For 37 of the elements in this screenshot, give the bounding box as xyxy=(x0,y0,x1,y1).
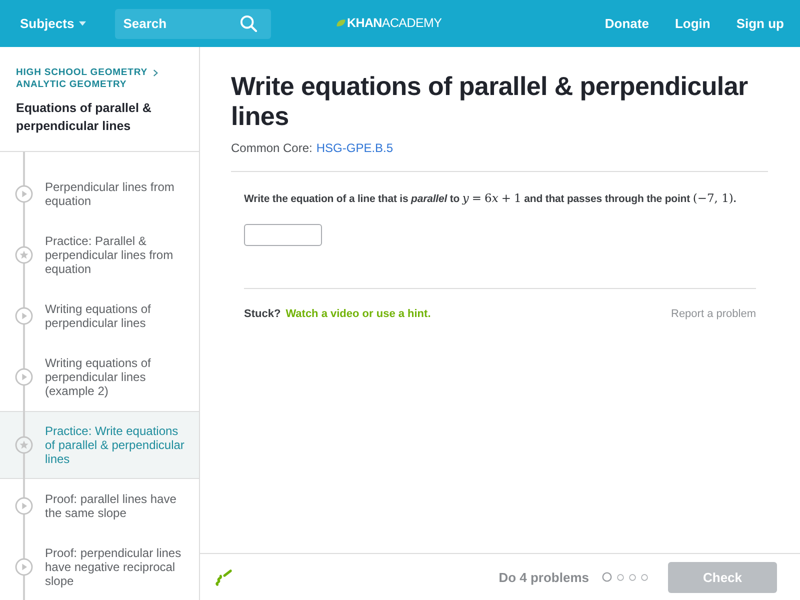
task-count-text: Do 4 problems xyxy=(498,570,589,584)
report-problem-link[interactable]: Report a problem xyxy=(671,308,756,320)
lesson-list-item[interactable]: Perpendicular lines from equation xyxy=(0,167,199,221)
subjects-menu-button[interactable]: Subjects xyxy=(20,12,86,34)
breadcrumb-link[interactable]: HIGH SCHOOL GEOMETRY xyxy=(16,67,148,79)
nav-link[interactable]: Sign up xyxy=(736,16,784,31)
play-circle-icon xyxy=(15,558,33,576)
lesson-list-item[interactable]: Writing equations of perpendicular lines xyxy=(0,289,199,343)
standard-link[interactable]: HSG-GPE.B.5 xyxy=(316,141,394,155)
play-circle-icon xyxy=(15,307,33,325)
lesson-list-item[interactable]: Proof: parallel lines have the same slope xyxy=(0,479,199,533)
hint-link[interactable]: Watch a video or use a hint. xyxy=(286,308,431,320)
lesson-list-item[interactable]: Practice: Parallel & perpendicular lines from equation xyxy=(0,221,199,289)
question-text: Write the equation of a line that is parallel to y = 6x + 1 and that passes through the point (−7, 1). xyxy=(244,190,738,207)
play-circle-icon xyxy=(15,497,33,515)
leaf-icon xyxy=(336,19,346,27)
search-field[interactable]: Search xyxy=(115,8,272,38)
exercise-title: Write equations of parallel & perpendicular lines xyxy=(231,71,749,131)
play-circle-icon xyxy=(15,185,33,203)
breadcrumb-link[interactable]: ANALYTIC GEOMETRY xyxy=(16,79,127,91)
standard-label: Common Core: xyxy=(231,141,312,155)
nav-link[interactable]: Donate xyxy=(604,16,649,31)
lesson-list-item[interactable]: Proof: perpendicular lines have negative reciprocal slope xyxy=(0,533,199,600)
stuck-label: Stuck? xyxy=(244,308,281,320)
lesson-list-item[interactable]: Writing equations of perpendicular lines (example 2) xyxy=(0,343,199,411)
nav-link[interactable]: Login xyxy=(674,16,710,31)
lesson-list-item[interactable]: Practice: Write equations of parallel & perpendicular lines xyxy=(0,411,199,479)
section-title: Equations of parallel & perpendicular lines xyxy=(16,100,152,135)
scribble-icon xyxy=(214,568,233,586)
chevron-right-icon xyxy=(152,69,158,77)
star-circle-icon xyxy=(15,436,33,454)
caret-down-icon xyxy=(79,21,86,26)
search-icon xyxy=(240,14,258,32)
star-circle-icon xyxy=(15,246,33,264)
play-circle-icon xyxy=(15,368,33,386)
logo-wordmark[interactable]: KHANACADEMY xyxy=(347,16,442,30)
answer-field[interactable] xyxy=(244,224,322,246)
